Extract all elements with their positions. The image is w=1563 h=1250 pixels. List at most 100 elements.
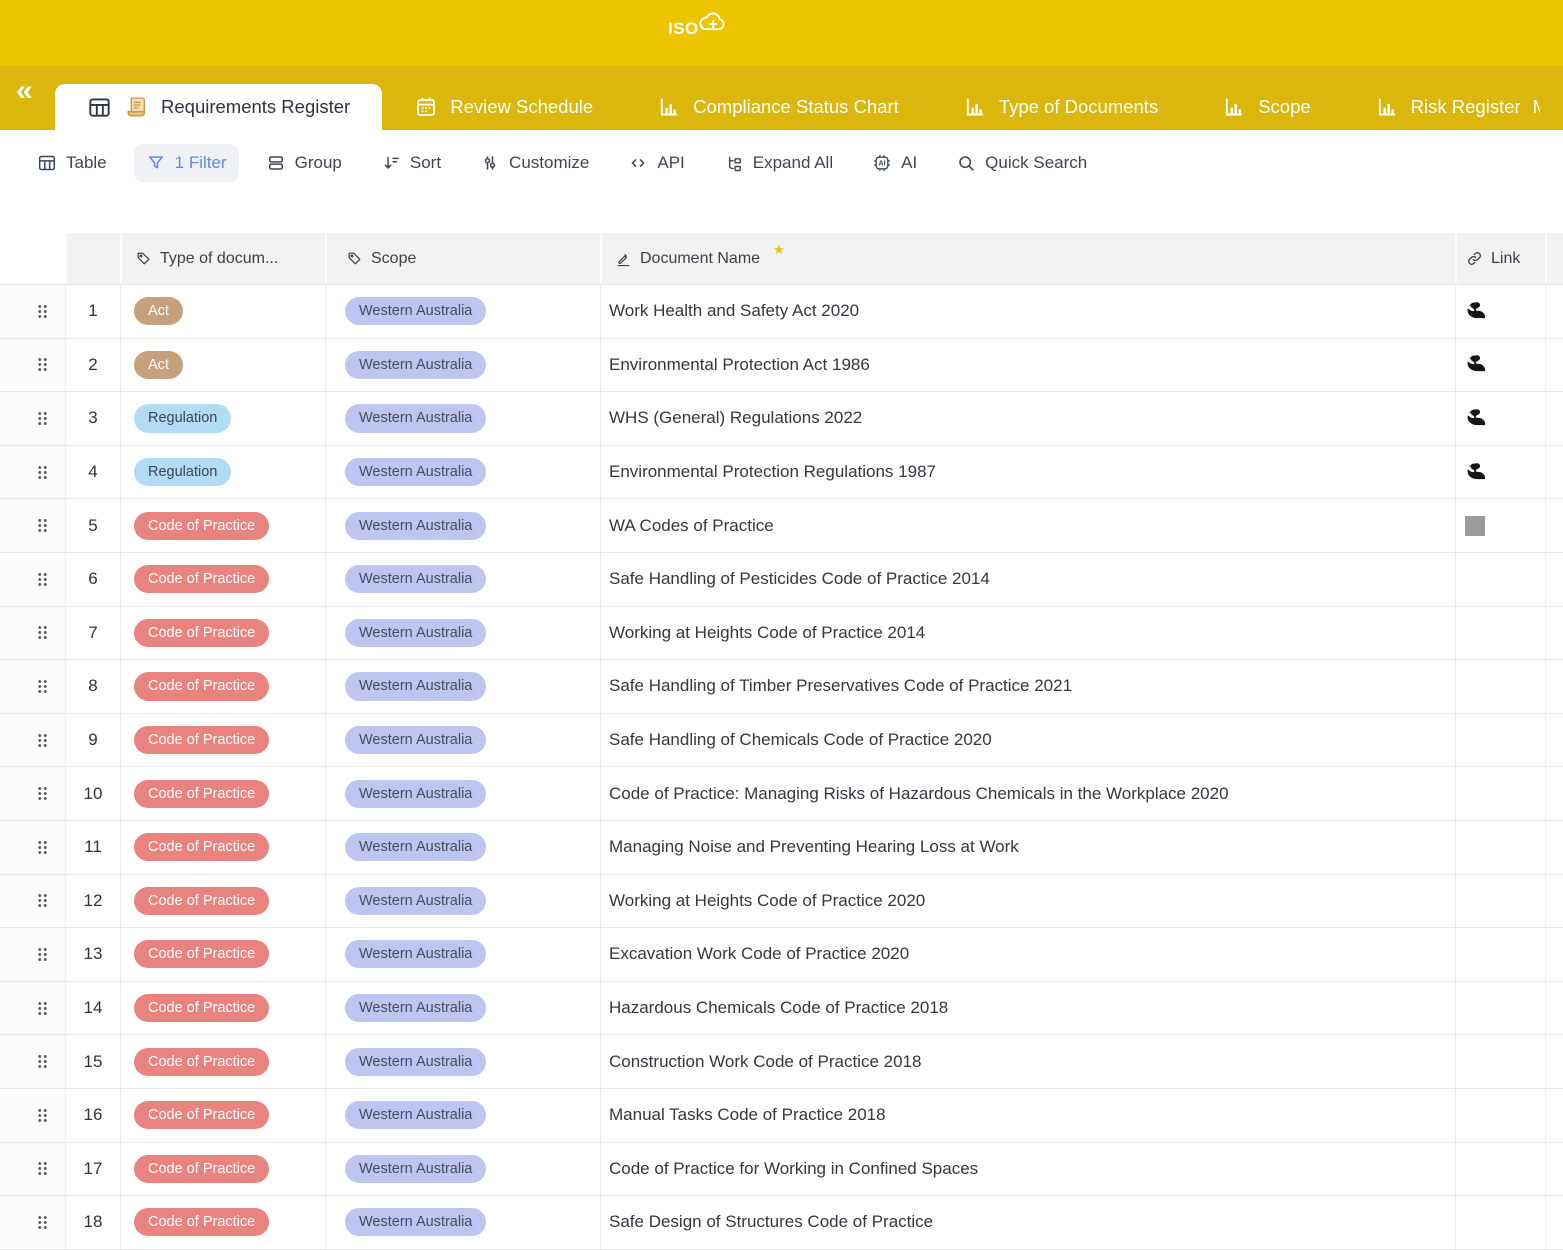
table-button[interactable]: Table	[25, 144, 119, 182]
link-cell[interactable]	[1455, 821, 1545, 874]
scope-cell[interactable]: Western Australia	[325, 928, 600, 981]
row-number-cell[interactable]: 6	[65, 553, 120, 606]
scope-cell[interactable]: Western Australia	[325, 660, 600, 713]
scope-cell[interactable]: Western Australia	[325, 982, 600, 1035]
tab-scope[interactable]: Scope	[1190, 84, 1342, 130]
drag-handle-icon[interactable]	[37, 840, 48, 855]
customize-button[interactable]: Customize	[468, 144, 601, 182]
type-of-document-cell[interactable]: Regulation	[120, 446, 325, 499]
row-number-cell[interactable]: 14	[65, 982, 120, 1035]
document-name-cell[interactable]: Environmental Protection Act 1986	[600, 339, 1455, 392]
drag-handle-icon[interactable]	[37, 572, 48, 587]
type-of-document-cell[interactable]: Code of Practice	[120, 767, 325, 820]
expand-all-button[interactable]: Expand All	[712, 144, 845, 182]
column-header-scope[interactable]: Scope	[325, 233, 600, 284]
row-number-cell[interactable]: 12	[65, 875, 120, 928]
type-of-document-cell[interactable]: Code of Practice	[120, 660, 325, 713]
document-name-cell[interactable]: Manual Tasks Code of Practice 2018	[600, 1089, 1455, 1142]
document-name-cell[interactable]: WHS (General) Regulations 2022	[600, 392, 1455, 445]
link-cell[interactable]	[1455, 660, 1545, 713]
tab-risk-register[interactable]: Risk Register M	[1343, 84, 1563, 130]
drag-handle-icon[interactable]	[37, 1161, 48, 1176]
document-name-cell[interactable]: Excavation Work Code of Practice 2020	[600, 928, 1455, 981]
link-cell[interactable]	[1455, 285, 1545, 338]
document-name-cell[interactable]: Safe Handling of Chemicals Code of Pract…	[600, 714, 1455, 767]
row-number-cell[interactable]: 18	[65, 1196, 120, 1249]
scope-cell[interactable]: Western Australia	[325, 1143, 600, 1196]
drag-handle-icon[interactable]	[37, 893, 48, 908]
document-name-cell[interactable]: Safe Handling of Timber Preservatives Co…	[600, 660, 1455, 713]
drag-handle-icon[interactable]	[37, 679, 48, 694]
type-of-document-cell[interactable]: Code of Practice	[120, 821, 325, 874]
document-name-cell[interactable]: Environmental Protection Regulations 198…	[600, 446, 1455, 499]
drag-handle-icon[interactable]	[37, 1054, 48, 1069]
scope-cell[interactable]: Western Australia	[325, 285, 600, 338]
tab-type-of-documents[interactable]: Type of Documents	[931, 84, 1190, 130]
type-of-document-cell[interactable]: Code of Practice	[120, 1089, 325, 1142]
tab-review-schedule[interactable]: Review Schedule	[382, 84, 625, 130]
scope-cell[interactable]: Western Australia	[325, 1035, 600, 1088]
drag-handle-icon[interactable]	[37, 1215, 48, 1230]
column-header-document-name[interactable]: Document Name ★	[600, 233, 1455, 284]
document-name-cell[interactable]: Construction Work Code of Practice 2018	[600, 1035, 1455, 1088]
document-name-cell[interactable]: Work Health and Safety Act 2020	[600, 285, 1455, 338]
document-name-cell[interactable]: Working at Heights Code of Practice 2020	[600, 875, 1455, 928]
drag-handle-icon[interactable]	[37, 411, 48, 426]
drag-handle-icon[interactable]	[37, 304, 48, 319]
collapse-sidebar-button[interactable]: «	[16, 76, 33, 106]
scope-cell[interactable]: Western Australia	[325, 821, 600, 874]
quick-search-button[interactable]: Quick Search	[944, 144, 1099, 182]
scope-cell[interactable]: Western Australia	[325, 339, 600, 392]
row-number-cell[interactable]: 7	[65, 607, 120, 660]
link-cell[interactable]	[1455, 392, 1545, 445]
document-name-cell[interactable]: Managing Noise and Preventing Hearing Lo…	[600, 821, 1455, 874]
column-header-link[interactable]: Link	[1455, 233, 1545, 284]
scope-cell[interactable]: Western Australia	[325, 714, 600, 767]
link-cell[interactable]	[1455, 499, 1545, 552]
drag-handle-icon[interactable]	[37, 1001, 48, 1016]
link-cell[interactable]	[1455, 446, 1545, 499]
link-cell[interactable]	[1455, 607, 1545, 660]
drag-handle-icon[interactable]	[37, 947, 48, 962]
column-header-type-of-docum[interactable]: Type of docum...	[120, 233, 325, 284]
link-cell[interactable]	[1455, 1035, 1545, 1088]
drag-handle-icon[interactable]	[37, 465, 48, 480]
row-number-cell[interactable]: 9	[65, 714, 120, 767]
scope-cell[interactable]: Western Australia	[325, 553, 600, 606]
sort-button[interactable]: Sort	[369, 144, 453, 182]
type-of-document-cell[interactable]: Code of Practice	[120, 1196, 325, 1249]
type-of-document-cell[interactable]: Code of Practice	[120, 499, 325, 552]
link-cell[interactable]	[1455, 1143, 1545, 1196]
type-of-document-cell[interactable]: Act	[120, 285, 325, 338]
scope-cell[interactable]: Western Australia	[325, 767, 600, 820]
drag-handle-icon[interactable]	[37, 518, 48, 533]
type-of-document-cell[interactable]: Regulation	[120, 392, 325, 445]
document-name-cell[interactable]: Hazardous Chemicals Code of Practice 201…	[600, 982, 1455, 1035]
type-of-document-cell[interactable]: Code of Practice	[120, 875, 325, 928]
document-name-cell[interactable]: Safe Handling of Pesticides Code of Prac…	[600, 553, 1455, 606]
document-name-cell[interactable]: Code of Practice for Working in Confined…	[600, 1143, 1455, 1196]
drag-handle-icon[interactable]	[37, 786, 48, 801]
group-button[interactable]: Group	[254, 144, 354, 182]
row-number-cell[interactable]: 13	[65, 928, 120, 981]
tab-compliance-status-chart[interactable]: Compliance Status Chart	[625, 84, 931, 130]
row-number-cell[interactable]: 17	[65, 1143, 120, 1196]
link-cell[interactable]	[1455, 875, 1545, 928]
link-cell[interactable]	[1455, 767, 1545, 820]
row-number-cell[interactable]: 4	[65, 446, 120, 499]
row-number-cell[interactable]: 1	[65, 285, 120, 338]
link-cell[interactable]	[1455, 982, 1545, 1035]
api-button[interactable]: API	[616, 144, 696, 182]
scope-cell[interactable]: Western Australia	[325, 607, 600, 660]
document-name-cell[interactable]: Safe Design of Structures Code of Practi…	[600, 1196, 1455, 1249]
link-cell[interactable]	[1455, 714, 1545, 767]
row-number-cell[interactable]: 8	[65, 660, 120, 713]
link-cell[interactable]	[1455, 1196, 1545, 1249]
link-cell[interactable]	[1455, 1089, 1545, 1142]
type-of-document-cell[interactable]: Code of Practice	[120, 607, 325, 660]
ai-button[interactable]: AI AI	[860, 144, 929, 182]
row-number-cell[interactable]: 15	[65, 1035, 120, 1088]
type-of-document-cell[interactable]: Code of Practice	[120, 1143, 325, 1196]
drag-handle-icon[interactable]	[37, 357, 48, 372]
type-of-document-cell[interactable]: Code of Practice	[120, 714, 325, 767]
